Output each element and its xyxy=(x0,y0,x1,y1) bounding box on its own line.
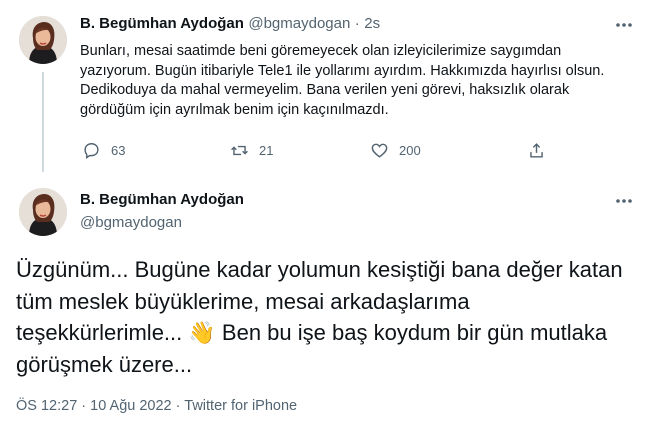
tweet-timestamp[interactable]: 2s xyxy=(364,15,380,32)
more-options-button[interactable] xyxy=(613,15,635,35)
avatar-tweet2[interactable] xyxy=(19,188,67,236)
like-count: 200 xyxy=(399,143,421,158)
tweet-source[interactable]: Twitter for iPhone xyxy=(184,398,297,414)
tweet1-text: Bunları, mesai saatimde beni göremeyecek… xyxy=(80,43,605,118)
tweet2-text: Üzgünüm... Bugüne kadar yolumun kesiştiğ… xyxy=(16,254,641,380)
share-button[interactable] xyxy=(527,141,546,160)
avatar-tweet1[interactable] xyxy=(19,16,67,64)
reply-icon xyxy=(84,143,99,160)
like-button[interactable]: 200 xyxy=(370,141,421,160)
avatar-image xyxy=(19,188,67,236)
author-name[interactable]: B. Begümhan Aydoğan xyxy=(80,191,244,208)
separator-dot: · xyxy=(354,15,360,32)
more-horizontal-icon xyxy=(616,23,632,27)
share-icon xyxy=(530,143,543,158)
retweet-count: 21 xyxy=(259,143,274,158)
reply-count: 63 xyxy=(111,143,126,158)
avatar-image xyxy=(19,16,67,64)
more-horizontal-icon xyxy=(616,199,632,203)
more-options-button[interactable] xyxy=(613,191,635,211)
separator-dot: · xyxy=(175,398,181,414)
reply-button[interactable]: 63 xyxy=(82,141,125,160)
retweet-icon xyxy=(231,145,248,156)
thread-connector-line xyxy=(42,72,44,172)
author-handle[interactable]: @bgmaydogan xyxy=(80,214,182,231)
tweet-time[interactable]: ÖS 12:27 xyxy=(16,398,77,414)
author-name[interactable]: B. Begümhan Aydoğan xyxy=(80,15,244,32)
waving-hand-emoji: 👋 xyxy=(188,320,216,345)
tweet1-header: B. Begümhan Aydoğan @bgmaydogan · 2s xyxy=(80,15,380,33)
heart-icon xyxy=(371,143,388,158)
separator-dot: · xyxy=(81,398,87,414)
tweet2-meta: ÖS 12:27 · 10 Ağu 2022 · Twitter for iPh… xyxy=(16,398,297,414)
retweet-button[interactable]: 21 xyxy=(230,141,273,160)
tweet-date[interactable]: 10 Ağu 2022 xyxy=(90,398,171,414)
author-handle[interactable]: @bgmaydogan xyxy=(248,15,350,32)
